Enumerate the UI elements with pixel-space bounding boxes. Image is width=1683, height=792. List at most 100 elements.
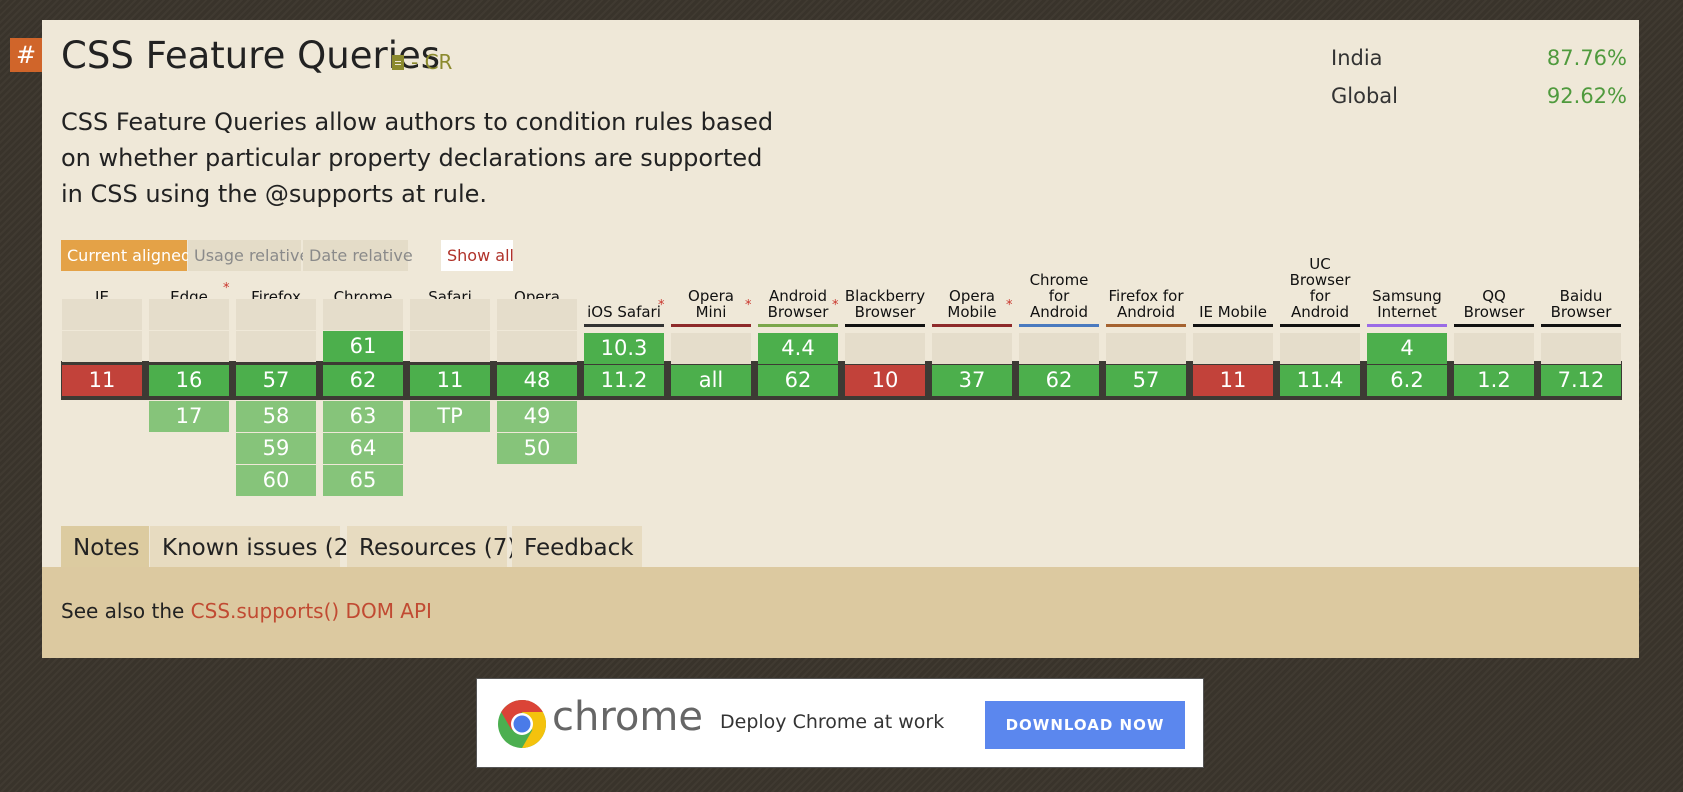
- browser-header-blackberry-browser: Blackberry Browser: [844, 287, 926, 321]
- version-cell-past[interactable]: [62, 331, 142, 362]
- version-cell-current[interactable]: 11: [410, 365, 490, 396]
- version-cell-current[interactable]: 6.2: [1367, 365, 1447, 396]
- notes-panel: See also the CSS.supports() DOM API: [42, 567, 1639, 658]
- tab-notes[interactable]: Notes: [61, 526, 149, 567]
- version-cell-past[interactable]: [845, 333, 925, 364]
- version-cell-current[interactable]: 62: [1019, 365, 1099, 396]
- version-cell-future[interactable]: 63: [323, 401, 403, 432]
- version-cell-current[interactable]: 62: [758, 365, 838, 396]
- browser-color-bar: [1193, 324, 1273, 327]
- browser-header-chrome-for-android: Chrome for Android: [1029, 271, 1089, 321]
- notes-text: See also the CSS.supports() DOM API: [61, 599, 432, 623]
- version-cell-past[interactable]: 61: [323, 331, 403, 362]
- date-relative-button[interactable]: Date relative: [303, 240, 413, 271]
- document-icon: [392, 54, 404, 70]
- tab-known-issues[interactable]: Known issues (2): [150, 526, 357, 567]
- version-cell-future[interactable]: 65: [323, 465, 403, 496]
- browser-header-opera-mini: Opera Mini: [688, 287, 734, 321]
- browser-header-uc-browser-for-android: UC Browser for Android: [1289, 256, 1351, 321]
- browser-header-android-browser: Android Browser: [767, 287, 829, 321]
- tab-feedback[interactable]: Feedback: [512, 526, 642, 567]
- version-cell-current[interactable]: 11: [62, 365, 142, 396]
- usage-relative-button[interactable]: Usage relative: [188, 240, 309, 271]
- version-cell-past[interactable]: [1019, 333, 1099, 364]
- version-cell-current[interactable]: all: [671, 365, 751, 396]
- browser-color-bar: [1106, 324, 1186, 327]
- version-cell-past[interactable]: 4.4: [758, 333, 838, 364]
- browser-color-bar: [1019, 324, 1099, 327]
- version-cell-past[interactable]: 10.3: [584, 333, 664, 364]
- version-cell-past[interactable]: [149, 299, 229, 330]
- version-cell-past[interactable]: [1106, 333, 1186, 364]
- version-cell-current[interactable]: 48: [497, 365, 577, 396]
- version-cell-past[interactable]: [1454, 333, 1534, 364]
- usage-india: India 87.76%: [1331, 46, 1627, 70]
- version-cell-future[interactable]: 58: [236, 401, 316, 432]
- browser-header-firefox-for-android: Firefox for Android: [1108, 287, 1184, 321]
- version-cell-past[interactable]: [410, 331, 490, 362]
- version-cell-past[interactable]: [1541, 333, 1621, 364]
- version-cell-past[interactable]: [149, 331, 229, 362]
- ad-brand: chrome: [552, 694, 703, 740]
- version-cell-current[interactable]: 11.2: [584, 365, 664, 396]
- browser-header-ie-mobile: IE Mobile: [1199, 303, 1267, 321]
- usage-region-label: India: [1331, 46, 1383, 70]
- version-cell-past[interactable]: [497, 299, 577, 330]
- anchor-link[interactable]: #: [10, 38, 42, 72]
- browser-note-asterisk[interactable]: *: [745, 298, 752, 313]
- version-cell-past[interactable]: [62, 299, 142, 330]
- version-cell-past[interactable]: [410, 299, 490, 330]
- spec-status[interactable]: - CR: [392, 50, 452, 74]
- version-cell-future[interactable]: 60: [236, 465, 316, 496]
- chrome-ad-banner[interactable]: chrome Deploy Chrome at work DOWNLOAD NO…: [476, 678, 1204, 768]
- version-cell-past[interactable]: [236, 331, 316, 362]
- browser-note-asterisk[interactable]: *: [223, 281, 230, 296]
- version-cell-current[interactable]: 11.4: [1280, 365, 1360, 396]
- version-cell-future[interactable]: 49: [497, 401, 577, 432]
- version-cell-past[interactable]: [1193, 333, 1273, 364]
- version-cell-past[interactable]: [323, 299, 403, 330]
- version-cell-future[interactable]: 17: [149, 401, 229, 432]
- version-cell-current[interactable]: 57: [1106, 365, 1186, 396]
- css-supports-link[interactable]: CSS.supports() DOM API: [191, 599, 432, 623]
- browser-color-bar: [1454, 324, 1534, 327]
- version-cell-past[interactable]: [932, 333, 1012, 364]
- version-cell-future[interactable]: 59: [236, 433, 316, 464]
- version-cell-current[interactable]: 16: [149, 365, 229, 396]
- usage-percentage: 87.76%: [1546, 46, 1627, 70]
- version-cell-past[interactable]: 4: [1367, 333, 1447, 364]
- download-now-button[interactable]: DOWNLOAD NOW: [985, 701, 1185, 749]
- notes-prefix: See also the: [61, 599, 191, 623]
- browser-color-bar: [1541, 324, 1621, 327]
- version-cell-current[interactable]: 1.2: [1454, 365, 1534, 396]
- show-all-button[interactable]: Show all: [441, 240, 514, 271]
- browser-note-asterisk[interactable]: *: [832, 298, 839, 313]
- usage-region-label: Global: [1331, 84, 1398, 108]
- feature-description: CSS Feature Queries allow authors to con…: [61, 108, 774, 208]
- browser-color-bar: [671, 324, 751, 327]
- current-aligned-button[interactable]: Current aligned: [61, 240, 191, 271]
- version-cell-current[interactable]: 11: [1193, 365, 1273, 396]
- version-cell-current[interactable]: 37: [932, 365, 1012, 396]
- version-cell-current[interactable]: 62: [323, 365, 403, 396]
- version-cell-future[interactable]: 50: [497, 433, 577, 464]
- version-cell-past[interactable]: [497, 331, 577, 362]
- browser-color-bar: [1367, 324, 1447, 327]
- browser-note-asterisk[interactable]: *: [658, 298, 665, 313]
- version-cell-future[interactable]: 64: [323, 433, 403, 464]
- browser-note-asterisk[interactable]: *: [1006, 298, 1013, 313]
- page-title: CSS Feature Queries: [61, 34, 441, 77]
- version-cell-past[interactable]: [671, 333, 751, 364]
- usage-global: Global 92.62%: [1331, 84, 1627, 108]
- browser-color-bar: [932, 324, 1012, 327]
- browser-color-bar: [845, 324, 925, 327]
- version-cell-future[interactable]: TP: [410, 401, 490, 432]
- version-cell-current[interactable]: 57: [236, 365, 316, 396]
- version-cell-past[interactable]: [1280, 333, 1360, 364]
- browser-header-qq-browser: QQ Browser: [1463, 287, 1525, 321]
- version-cell-past[interactable]: [236, 299, 316, 330]
- version-cell-current[interactable]: 10: [845, 365, 925, 396]
- version-cell-current[interactable]: 7.12: [1541, 365, 1621, 396]
- tab-resources[interactable]: Resources (7): [347, 526, 516, 567]
- spec-status-label: - CR: [411, 50, 453, 74]
